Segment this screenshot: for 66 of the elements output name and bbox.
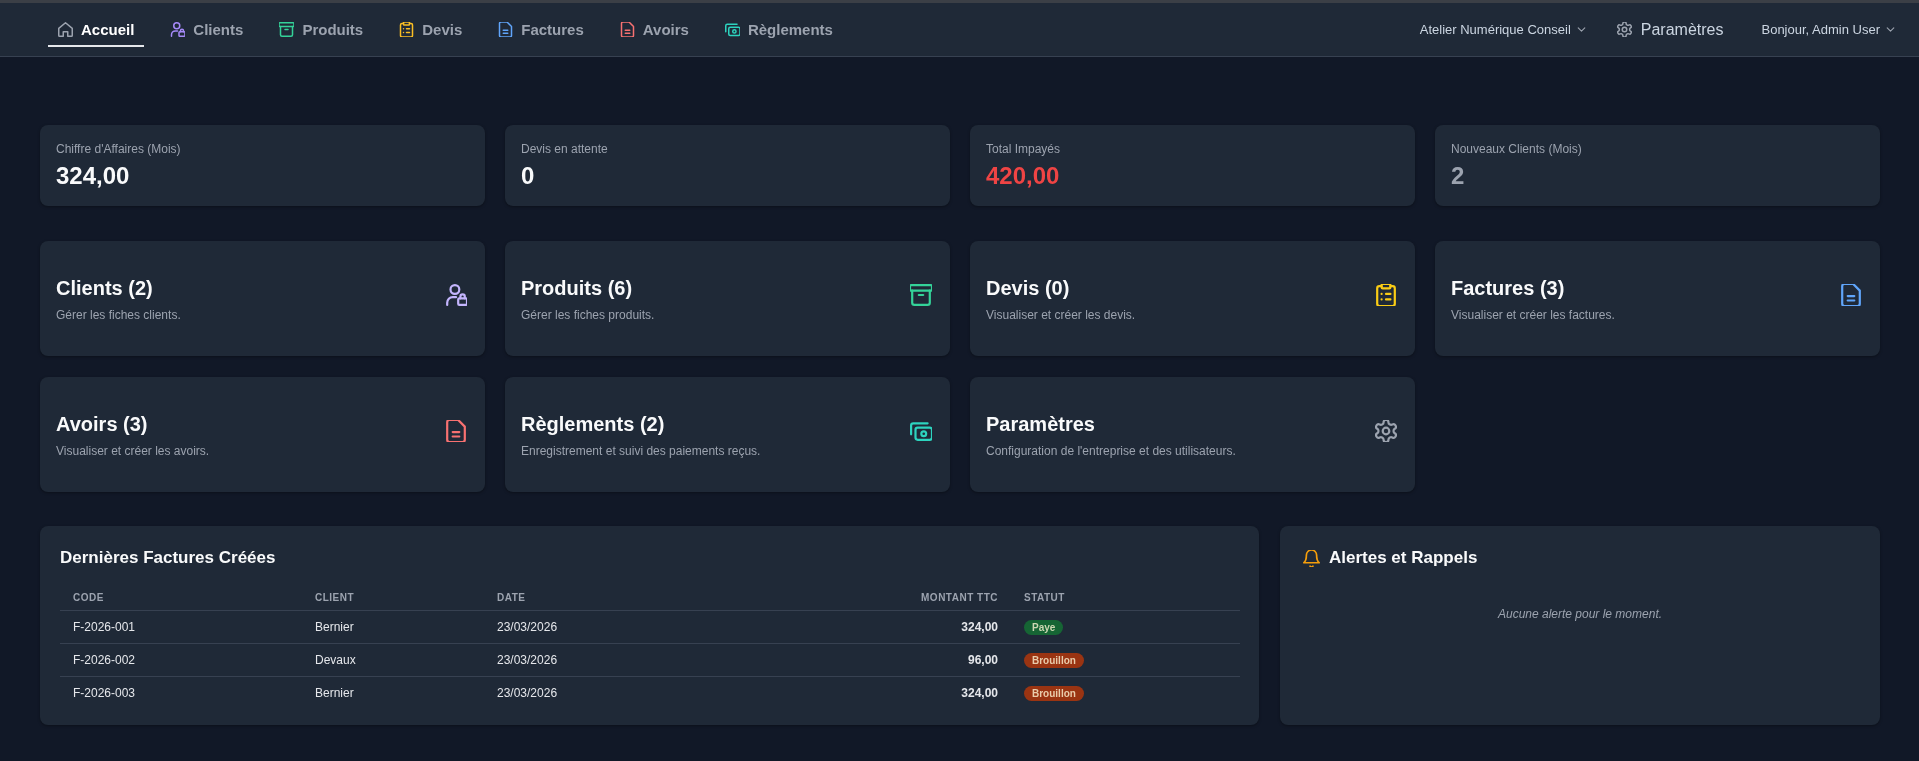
module-description: Visualiser et créer les factures. [1451,306,1615,323]
table-cell: 23/03/2026 [497,653,558,667]
status-badge: Brouillon [1024,685,1084,701]
company-dropdown[interactable]: Atelier Numérique Conseil [1419,22,1587,37]
table-cell: Devaux [315,653,356,667]
nav-tab[interactable]: Accueil [48,12,145,47]
chevron-down-icon [1885,24,1896,35]
module-description: Enregistrement et suivi des paiements reçus. [521,442,761,459]
module-title: Produits (6) [521,275,633,301]
column-header: CODE [73,591,104,603]
module-title: Paramètres [986,411,1095,437]
module-description: Gérer les fiches clients. [56,306,181,323]
bell-icon [1303,549,1320,567]
table-cell: 324,00 [961,620,998,634]
table-cell: F-2026-001 [73,620,136,634]
table-cell: 96,00 [967,653,998,667]
module-card[interactable]: Produits (6) Gérer les fiches produits. [505,241,950,356]
module-title: Avoirs (3) [56,411,148,437]
stat-value: 420,00 [986,161,1061,191]
column-header: CLIENT [315,591,355,603]
user-menu[interactable]: Bonjour, Admin User [1761,22,1896,37]
stat-label: Chiffre d'Affaires (Mois) [56,141,182,157]
nav-tab[interactable]: Règlements [714,12,843,47]
module-description: Visualiser et créer les devis. [986,306,1136,323]
nav-tab[interactable]: Clients [160,12,254,47]
panel-title: Alertes et Rappels [1329,547,1478,569]
module-card[interactable]: Avoirs (3) Visualiser et créer les avoirs. [40,377,485,492]
status-badge: Paye [1024,619,1064,635]
nav-tab[interactable]: Produits [269,12,374,47]
stat-value: 2 [1451,161,1466,191]
table-cell: 23/03/2026 [497,620,558,634]
column-header: DATE [497,591,526,603]
module-title: Clients (2) [56,275,153,301]
module-card[interactable]: Règlements (2) Enregistrement et suivi des paiements reçus. [505,377,950,492]
stat-value: 324,00 [56,161,131,191]
module-description: Gérer les fiches produits. [521,306,655,323]
module-description: Configuration de l'entreprise et des utilisateurs. [986,442,1236,459]
table-cell: 23/03/2026 [497,686,558,700]
panel-title: Dernières Factures Créées [60,547,276,569]
module-card[interactable]: Factures (3) Visualiser et créer les factures. [1435,241,1880,356]
module-description: Visualiser et créer les avoirs. [56,442,210,459]
module-card[interactable]: Clients (2) Gérer les fiches clients. [40,241,485,356]
module-title: Factures (3) [1451,275,1565,301]
table-cell: 324,00 [961,686,998,700]
module-card[interactable]: Devis (0) Visualiser et créer les devis. [970,241,1415,356]
settings-link[interactable]: Paramètres [1616,20,1724,39]
table-cell: Bernier [315,620,354,634]
gear-icon [1616,22,1632,37]
table-cell: F-2026-002 [73,653,136,667]
chevron-down-icon [1575,24,1587,35]
empty-message: Aucune alerte pour le moment. [1497,607,1663,621]
table-cell: F-2026-003 [73,686,136,700]
table-cell: Bernier [315,686,354,700]
stat-label: Total Impayés [986,141,1062,157]
nav-tab[interactable]: Devis [389,12,473,47]
stat-value: 0 [521,161,536,191]
column-header: MONTANT TTC [921,591,998,603]
status-badge: Brouillon [1024,652,1084,668]
column-header: STATUT [1024,591,1065,603]
module-card[interactable]: Paramètres Configuration de l'entreprise et des utilisateurs. [970,377,1415,492]
stat-label: Devis en attente [521,141,609,157]
nav-tab[interactable]: Avoirs [609,12,699,47]
module-title: Règlements (2) [521,411,665,437]
stat-label: Nouveaux Clients (Mois) [1451,141,1583,157]
module-title: Devis (0) [986,275,1070,301]
nav-tab[interactable]: Factures [488,12,594,47]
